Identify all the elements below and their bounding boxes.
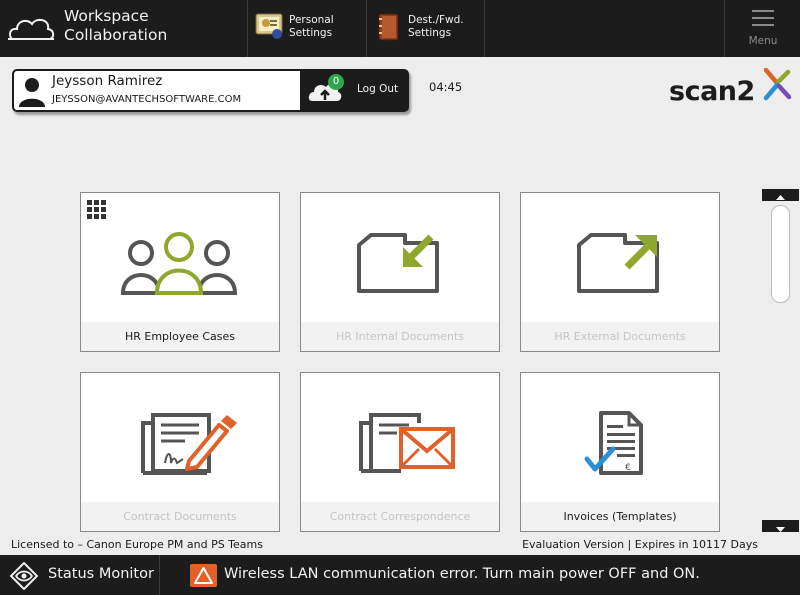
tile-contract-correspondence[interactable]: Contract Correspondence	[300, 372, 500, 532]
tile-label: HR Employee Cases	[81, 322, 279, 351]
warning-icon	[190, 564, 217, 587]
avatar	[14, 71, 50, 110]
personal-settings-icon	[255, 13, 283, 39]
user-email: JEYSSON@AVANTECHSOFTWARE.COM	[52, 94, 242, 105]
scrollbar-thumb[interactable]	[771, 205, 790, 303]
personal-settings-button[interactable]: Personal Settings	[247, 0, 366, 57]
folder-in-icon	[357, 233, 439, 293]
clock: 04:45	[429, 80, 463, 94]
menu-label: Menu	[748, 35, 778, 47]
tile-label: HR Internal Documents	[301, 322, 499, 351]
status-monitor-label: Status Monitor	[48, 566, 154, 582]
folder-out-icon	[577, 233, 659, 293]
tile-contract-documents[interactable]: Contract Documents	[80, 372, 280, 532]
app-title: Workspace Collaboration	[64, 7, 168, 44]
people-icon	[120, 232, 238, 295]
tile-label: Contract Correspondence	[301, 502, 499, 531]
svg-text:scan2: scan2	[669, 76, 755, 104]
evaluation-text: Evaluation Version | Expires in 10117 Da…	[522, 538, 758, 551]
scan2x-logo: scan2	[669, 68, 792, 104]
address-book-icon	[378, 13, 399, 41]
status-message: Wireless LAN communication error. Turn m…	[224, 566, 700, 582]
contract-sign-icon	[141, 413, 237, 475]
eye-diamond-icon	[10, 562, 38, 590]
scroll-down-button[interactable]	[762, 520, 799, 532]
license-text: Licensed to – Canon Europe PM and PS Tea…	[11, 538, 263, 551]
dest-fwd-settings-label: Dest./Fwd. Settings	[408, 14, 464, 39]
envelope-icon	[359, 413, 455, 473]
status-monitor-button[interactable]: Status Monitor	[0, 555, 160, 595]
hamburger-icon	[752, 10, 774, 31]
dest-fwd-settings-button[interactable]: Dest./Fwd. Settings	[366, 0, 485, 57]
personal-settings-label: Personal Settings	[289, 14, 334, 39]
tile-label: HR External Documents	[521, 322, 719, 351]
menu-button[interactable]: Menu	[724, 0, 800, 57]
user-panel: Jeysson Ramirez JEYSSON@AVANTECHSOFTWARE…	[12, 69, 409, 112]
user-name: Jeysson Ramirez	[52, 73, 163, 89]
app-brand: Workspace Collaboration	[0, 0, 247, 57]
triangle-down-icon	[776, 527, 785, 532]
notification-badge: 0	[328, 74, 344, 90]
invoice-check-icon: €	[584, 411, 643, 475]
top-bar: Workspace Collaboration Personal Setting…	[0, 0, 800, 57]
tile-hr-external-documents[interactable]: HR External Documents	[520, 192, 720, 352]
tile-invoices-templates[interactable]: € Invoices (Templates)	[520, 372, 720, 532]
user-info: Jeysson Ramirez JEYSSON@AVANTECHSOFTWARE…	[50, 71, 300, 110]
scroll-up-button[interactable]	[762, 189, 799, 201]
logout-button[interactable]: Log Out	[357, 83, 398, 95]
triangle-up-icon	[776, 195, 785, 200]
svg-text:€: €	[625, 463, 631, 473]
user-silhouette-icon	[19, 78, 45, 107]
tile-hr-internal-documents[interactable]: HR Internal Documents	[300, 192, 500, 352]
tile-label: Contract Documents	[81, 502, 279, 531]
x-mark-icon	[763, 68, 792, 101]
cloud-logo-icon	[8, 18, 55, 40]
tile-hr-employee-cases[interactable]: HR Employee Cases	[80, 192, 280, 352]
tile-label: Invoices (Templates)	[521, 502, 719, 531]
